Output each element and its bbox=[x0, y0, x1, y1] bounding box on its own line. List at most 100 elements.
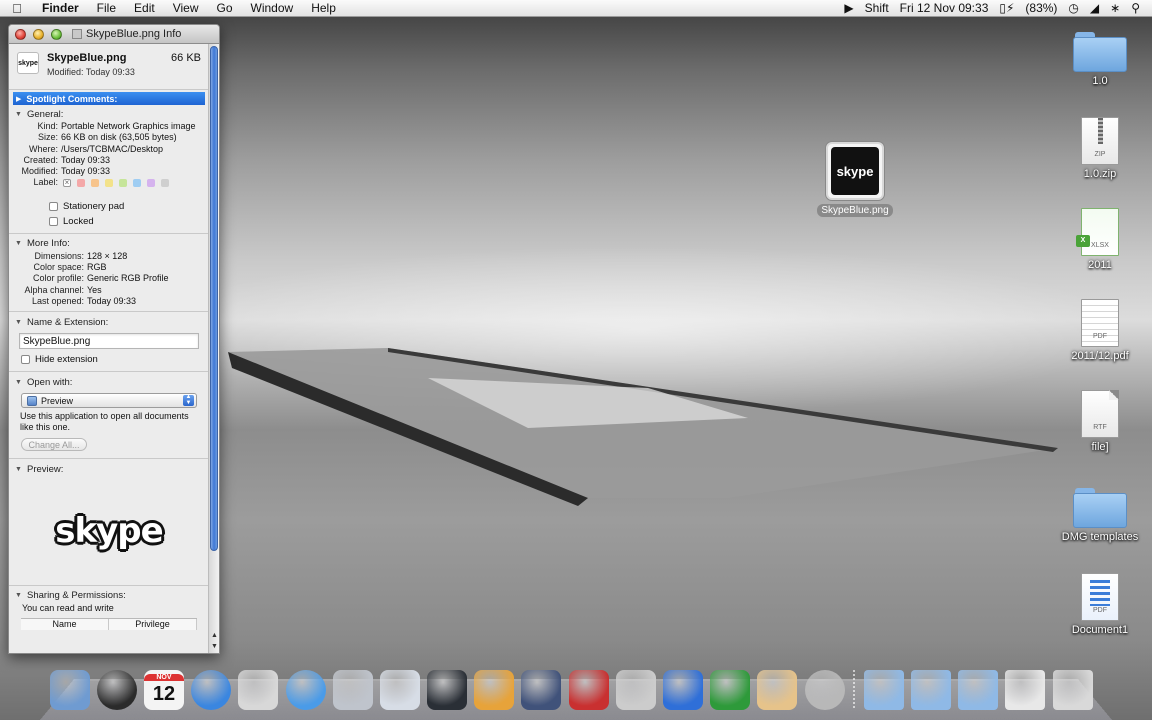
window-titlebar[interactable]: SkypeBlue.png Info bbox=[9, 25, 219, 44]
dock-applications-stack-icon[interactable] bbox=[863, 670, 904, 710]
time-machine-icon[interactable]: ◷ bbox=[1068, 0, 1078, 17]
preview-header[interactable]: ▼ Preview: bbox=[9, 462, 209, 476]
apple-menu-icon[interactable]:  bbox=[0, 1, 34, 16]
zip-file-icon[interactable]: ZIP bbox=[1081, 117, 1119, 165]
menu-view[interactable]: View bbox=[164, 0, 208, 17]
more-info-header[interactable]: ▼ More Info: bbox=[9, 237, 209, 251]
desktop-file-skypeblue[interactable]: skype SkypeBlue.png bbox=[812, 142, 898, 217]
label-color-swatch[interactable] bbox=[147, 179, 155, 188]
label-color-swatch[interactable] bbox=[161, 179, 169, 188]
dock-eagle-app-icon[interactable] bbox=[379, 670, 420, 710]
dock-paint-app-icon[interactable] bbox=[474, 670, 515, 710]
dock-screenshots-stack-icon[interactable] bbox=[1005, 670, 1046, 710]
clock[interactable]: Fri 12 Nov 09:33 bbox=[900, 0, 989, 17]
info-window: SkypeBlue.png Info skype SkypeBlue.png 6… bbox=[8, 24, 220, 654]
change-all-button[interactable]: Change All... bbox=[21, 438, 87, 452]
disclosure-down-icon[interactable]: ▼ bbox=[15, 466, 22, 473]
scroll-up-icon[interactable]: ▲ bbox=[210, 632, 219, 639]
label-none-icon[interactable]: × bbox=[63, 179, 71, 188]
desktop-file-zip[interactable]: ZIP 1.0.zip bbox=[1055, 117, 1145, 180]
name-extension-header[interactable]: ▼ Name & Extension: bbox=[9, 315, 209, 329]
vertical-scrollbar[interactable]: ▲ ▼ bbox=[208, 44, 219, 653]
checkbox-box[interactable] bbox=[21, 355, 30, 365]
close-button[interactable] bbox=[15, 28, 26, 40]
disclosure-right-icon[interactable]: ▶ bbox=[16, 95, 21, 103]
minimize-button[interactable] bbox=[33, 28, 44, 40]
hide-extension-checkbox[interactable]: Hide extension bbox=[21, 352, 209, 367]
dock-spotlight-app-icon[interactable] bbox=[615, 670, 656, 710]
disclosure-down-icon[interactable]: ▼ bbox=[15, 240, 22, 247]
bluetooth-icon[interactable]: ∗ bbox=[1110, 0, 1120, 17]
battery-percent[interactable]: (83%) bbox=[1025, 0, 1057, 17]
dock-ical-icon[interactable]: NOV 12 bbox=[143, 670, 184, 710]
last-opened-key: Last opened: bbox=[31, 295, 84, 306]
menu-edit[interactable]: Edit bbox=[125, 0, 164, 17]
xlsx-file-icon[interactable]: X XLSX bbox=[1076, 208, 1119, 256]
dock-recorder-app-icon[interactable] bbox=[804, 670, 845, 710]
desktop-folder-1-0[interactable]: 1.0 bbox=[1055, 32, 1145, 87]
name-field[interactable]: SkypeBlue.png bbox=[19, 333, 199, 350]
column-privilege[interactable]: Privilege bbox=[109, 619, 197, 631]
dock-stamp-app-icon[interactable] bbox=[568, 670, 609, 710]
open-with-header[interactable]: ▼ Open with: bbox=[9, 375, 209, 389]
scrollbar-thumb[interactable] bbox=[210, 46, 218, 551]
menu-file[interactable]: File bbox=[88, 0, 125, 17]
spotlight-search-icon[interactable]: ⚲ bbox=[1131, 0, 1140, 17]
desktop-folder-dmg-templates[interactable]: DMG templates bbox=[1055, 488, 1145, 543]
desktop-file-document1[interactable]: PDF Document1 bbox=[1055, 573, 1145, 636]
desktop-file-pdf[interactable]: PDF 2011/12.pdf bbox=[1055, 299, 1145, 362]
general-header[interactable]: ▼ General: bbox=[9, 107, 209, 121]
sharing-header[interactable]: ▼ Sharing & Permissions: bbox=[9, 588, 209, 602]
label-color-swatch[interactable] bbox=[119, 179, 127, 188]
disclosure-down-icon[interactable]: ▼ bbox=[15, 592, 22, 599]
zoom-button[interactable] bbox=[51, 28, 62, 40]
rtf-file-icon[interactable]: RTF bbox=[1081, 390, 1119, 438]
folder-icon[interactable] bbox=[1073, 488, 1127, 528]
desktop-file-xlsx[interactable]: X XLSX 2011 bbox=[1055, 208, 1145, 271]
dock-safari-icon[interactable] bbox=[285, 670, 326, 710]
kind-key: Kind: bbox=[37, 121, 58, 131]
dock-finder-icon[interactable] bbox=[49, 670, 90, 710]
disclosure-down-icon[interactable]: ▼ bbox=[15, 379, 22, 386]
column-name[interactable]: Name bbox=[21, 619, 109, 631]
dock-trash-icon[interactable] bbox=[1052, 670, 1093, 710]
disclosure-down-icon[interactable]: ▼ bbox=[15, 319, 22, 326]
dock-user-app-icon[interactable] bbox=[238, 670, 279, 710]
label-color-swatch[interactable] bbox=[91, 179, 99, 188]
play-icon[interactable]: ▶ bbox=[844, 0, 853, 17]
dock-excel-icon[interactable] bbox=[710, 670, 751, 710]
label-color-swatch[interactable] bbox=[77, 179, 85, 188]
wifi-icon[interactable]: ◢ bbox=[1090, 0, 1099, 17]
spotlight-comments-section[interactable]: ▶ Spotlight Comments: bbox=[13, 92, 205, 105]
pdf-file-icon[interactable]: PDF bbox=[1081, 299, 1119, 347]
dock-quicktime-icon[interactable] bbox=[191, 670, 232, 710]
popup-arrows-icon[interactable]: ▲ ▼ bbox=[183, 394, 194, 407]
scroll-down-icon[interactable]: ▼ bbox=[210, 643, 219, 650]
menu-help[interactable]: Help bbox=[302, 0, 345, 17]
menu-app-name[interactable]: Finder bbox=[34, 0, 88, 17]
dock-dashboard-icon[interactable] bbox=[96, 670, 137, 710]
checkbox-box[interactable] bbox=[49, 201, 58, 211]
dock-calculator-icon[interactable] bbox=[332, 670, 373, 710]
battery-icon[interactable]: ▯⚡ bbox=[999, 0, 1014, 17]
pdf-file-icon[interactable]: PDF bbox=[1081, 573, 1119, 621]
dock-people-app-icon[interactable] bbox=[757, 670, 798, 710]
stationery-pad-checkbox[interactable]: Stationery pad bbox=[49, 199, 209, 214]
menu-go[interactable]: Go bbox=[208, 0, 242, 17]
checkbox-box[interactable] bbox=[49, 216, 58, 226]
label-color-swatch[interactable] bbox=[133, 179, 141, 188]
label-color-swatch[interactable] bbox=[105, 179, 113, 188]
dock-downloads-stack-icon[interactable] bbox=[958, 670, 999, 710]
menu-window[interactable]: Window bbox=[242, 0, 303, 17]
skype-file-icon[interactable]: skype bbox=[826, 142, 884, 200]
dock-documents-stack-icon[interactable] bbox=[910, 670, 951, 710]
dock-word-icon[interactable] bbox=[663, 670, 704, 710]
locked-checkbox[interactable]: Locked bbox=[49, 214, 209, 229]
dock-activity-monitor-icon[interactable] bbox=[427, 670, 468, 710]
folder-icon[interactable] bbox=[1073, 32, 1127, 72]
disclosure-down-icon[interactable]: ▼ bbox=[15, 111, 22, 118]
dock-aircraft-app-icon[interactable] bbox=[521, 670, 562, 710]
last-opened-value: Today 09:33 bbox=[87, 295, 137, 306]
desktop-file-rtf[interactable]: RTF file] bbox=[1055, 390, 1145, 453]
open-with-select[interactable]: Preview ▲ ▼ bbox=[21, 393, 197, 409]
